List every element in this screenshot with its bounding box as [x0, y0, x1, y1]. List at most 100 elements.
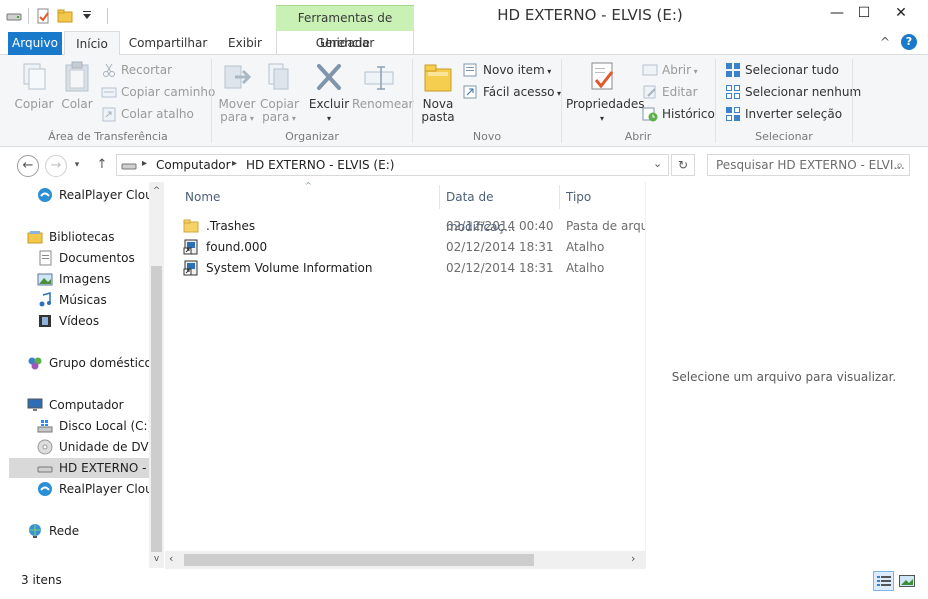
nav-item-computer[interactable]: Computador [27, 395, 157, 415]
nav-item-music[interactable]: Músicas [37, 290, 157, 310]
column-divider[interactable] [439, 185, 440, 209]
nav-item-label: Rede [49, 524, 80, 538]
delete-button[interactable]: Excluir ▾ [308, 60, 350, 125]
select-none-button[interactable]: Selecionar nenhum [725, 83, 861, 101]
properties-icon[interactable] [35, 8, 51, 24]
move-to-button[interactable]: Mover para ▾ [218, 60, 256, 125]
tab-exibir[interactable]: Exibir [222, 31, 268, 55]
navigation-pane: RealPlayer Cloud Bibliotecas Documentos … [8, 182, 164, 568]
delete-dropdown-icon[interactable]: ▾ [327, 114, 331, 123]
scroll-left-arrow-icon[interactable]: ‹ [169, 552, 173, 565]
open-button[interactable]: Abrir ▾ [642, 61, 698, 79]
nav-item-external-hd-selected[interactable]: HD EXTERNO - E [9, 458, 157, 478]
nav-item-libraries[interactable]: Bibliotecas [27, 227, 157, 247]
scroll-right-arrow-icon[interactable]: › [631, 552, 635, 565]
back-arrow-icon[interactable]: ← [17, 155, 39, 177]
breadcrumb-separator-icon[interactable]: ▸ [232, 158, 237, 169]
nav-item-label: Vídeos [59, 314, 100, 328]
search-placeholder: Pesquisar HD EXTERNO - ELVI... [716, 158, 905, 172]
nav-item-network[interactable]: Rede [27, 521, 157, 541]
tab-inicio[interactable]: Início [64, 31, 120, 56]
file-row[interactable]: found.000 02/12/2014 18:31 Atalho [183, 237, 643, 258]
scrollbar-thumb[interactable] [151, 266, 162, 552]
maximize-button[interactable]: ☐ [850, 4, 878, 24]
column-header-name[interactable]: Nome [185, 182, 435, 212]
invert-selection-button[interactable]: Inverter seleção [725, 105, 842, 123]
drive-icon[interactable] [6, 8, 22, 24]
properties-dropdown-icon[interactable]: ▾ [600, 114, 604, 123]
file-row[interactable]: System Volume Information 02/12/2014 18:… [183, 258, 643, 279]
column-header-type[interactable]: Tipo [566, 182, 641, 212]
close-button[interactable]: ✕ [887, 4, 915, 24]
history-button[interactable]: Histórico [642, 105, 715, 123]
scroll-up-arrow-icon[interactable]: ^ [149, 186, 164, 196]
easy-access-button[interactable]: Fácil acesso ▾ [463, 83, 561, 101]
large-icons-view-button[interactable] [897, 571, 917, 591]
copy-to-button[interactable]: Copiar para ▾ [260, 60, 299, 125]
nav-item-dvd-drive[interactable]: Unidade de DVD- [37, 437, 157, 457]
address-bar[interactable]: ▸ Computador ▸ HD EXTERNO - ELVIS (E:) ⌄ [116, 154, 669, 176]
nav-item-documents[interactable]: Documentos [37, 248, 157, 268]
scrollbar-thumb[interactable] [184, 554, 534, 566]
scissors-icon [101, 62, 117, 78]
nav-pane-scrollbar[interactable]: ^ v [149, 182, 164, 568]
nav-item-label: Músicas [59, 293, 107, 307]
tab-arquivo[interactable]: Arquivo [8, 32, 62, 55]
collapse-ribbon-icon[interactable]: ^ [880, 35, 894, 49]
quick-access-toolbar [6, 6, 108, 26]
details-view-button[interactable] [873, 571, 894, 591]
nav-item-videos[interactable]: Vídeos [37, 311, 157, 331]
horizontal-scrollbar[interactable]: ‹ › [165, 551, 645, 569]
nav-item-local-disk[interactable]: Disco Local (C:) [37, 416, 157, 436]
address-dropdown-chevron-icon[interactable]: ⌄ [653, 157, 662, 170]
scroll-down-arrow-icon[interactable]: v [149, 554, 164, 564]
help-icon[interactable]: ? [901, 34, 917, 50]
edit-button[interactable]: Editar [642, 83, 698, 101]
cut-button[interactable]: Recortar [101, 61, 172, 79]
copy-path-button[interactable]: Copiar caminho [101, 83, 215, 101]
preview-pane: Selecione um arquivo para visualizar. [645, 182, 921, 568]
file-row[interactable]: .Trashes 02/12/2014 00:40 Pasta de arqui… [183, 216, 646, 237]
breadcrumb-separator-icon[interactable]: ▸ [142, 158, 147, 169]
nav-item-realplayer-cloud-2[interactable]: RealPlayer Cloud [37, 479, 157, 499]
refresh-icon[interactable]: ↻ [671, 154, 695, 176]
breadcrumb-drive[interactable]: HD EXTERNO - ELVIS (E:) [246, 157, 394, 173]
properties-button[interactable]: Propriedades ▾ [566, 60, 645, 125]
nav-item-label: RealPlayer Cloud [59, 482, 157, 496]
rename-button[interactable]: Renomear [352, 60, 414, 111]
search-input[interactable]: Pesquisar HD EXTERNO - ELVI... ⌕ [707, 154, 910, 176]
title-bar: Ferramentas de Unidade HD EXTERNO - ELVI… [0, 0, 928, 50]
window-title: HD EXTERNO - ELVIS (E:) [497, 6, 683, 24]
forward-arrow-icon[interactable]: → [45, 155, 67, 177]
breadcrumb-computador[interactable]: Computador [156, 157, 231, 173]
column-header-date[interactable]: Data de modificaç... [446, 182, 558, 234]
nav-item-realplayer-cloud[interactable]: RealPlayer Cloud [37, 185, 157, 205]
delete-label: Excluir [308, 97, 350, 111]
tab-compartilhar[interactable]: Compartilhar [124, 31, 212, 55]
customize-qat-icon[interactable] [79, 8, 95, 24]
file-date: 02/12/2014 00:40 [446, 219, 554, 233]
up-arrow-icon[interactable]: ↑ [91, 155, 113, 177]
search-icon[interactable]: ⌕ [896, 155, 903, 175]
preview-message: Selecione um arquivo para visualizar. [671, 370, 897, 384]
copy-button[interactable]: Copiar [14, 60, 54, 111]
paste-shortcut-button[interactable]: Colar atalho [101, 105, 194, 123]
file-name: found.000 [206, 240, 268, 254]
homegroup-icon [27, 355, 43, 371]
select-all-button[interactable]: Selecionar tudo [725, 61, 839, 79]
new-folder-button[interactable]: Nova pasta [420, 60, 456, 124]
group-separator [852, 59, 853, 143]
new-item-button[interactable]: Novo item ▾ [463, 61, 551, 79]
recent-locations-chevron-icon[interactable]: ▾ [70, 155, 84, 177]
tab-gerenciar[interactable]: Gerenciar [276, 31, 414, 55]
select-none-label: Selecionar nenhum [745, 85, 862, 99]
paste-button[interactable]: Colar [60, 60, 94, 111]
shortcut-icon [183, 239, 199, 255]
move-to-label-1: Mover [218, 97, 256, 111]
minimize-button[interactable]: — [823, 4, 851, 24]
nav-item-homegroup[interactable]: Grupo doméstico [27, 353, 157, 373]
new-folder-icon[interactable] [57, 8, 73, 24]
details-view-icon [877, 575, 891, 591]
column-divider[interactable] [559, 185, 560, 209]
nav-item-images[interactable]: Imagens [37, 269, 157, 289]
